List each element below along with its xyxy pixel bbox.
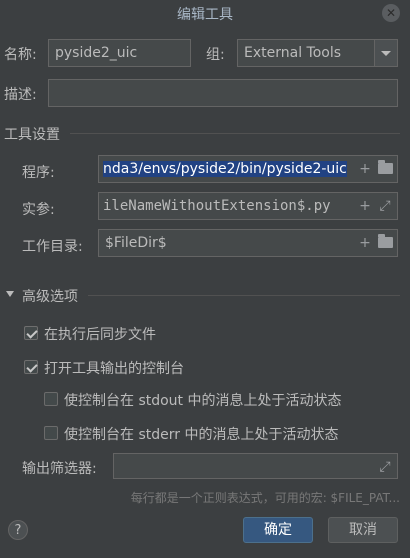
output-filter-label: 输出筛选器: <box>22 461 97 477</box>
program-label: 程序: <box>22 165 55 181</box>
name-label: 名称: <box>4 47 37 63</box>
working-dir-value: $FileDir$ <box>105 235 167 251</box>
add-macro-icon[interactable]: + <box>357 193 373 219</box>
close-icon[interactable]: ✕ <box>382 4 400 22</box>
ok-button[interactable]: 确定 <box>243 517 313 543</box>
stdout-active-label[interactable]: 使控制台在 stdout 中的消息上处于活动状态 <box>64 390 342 410</box>
section-divider <box>70 133 400 134</box>
stderr-active-label[interactable]: 使控制台在 stderr 中的消息上处于活动状态 <box>64 424 338 444</box>
arguments-label: 实参: <box>22 202 55 218</box>
stdout-active-checkbox[interactable] <box>44 392 58 406</box>
sync-files-checkbox[interactable] <box>24 326 38 340</box>
expand-icon[interactable]: ⤢ <box>377 193 393 219</box>
folder-icon[interactable] <box>378 234 393 248</box>
open-console-label[interactable]: 打开工具输出的控制台 <box>44 358 184 378</box>
name-input[interactable]: pyside2_uic <box>48 39 191 67</box>
add-macro-icon[interactable]: + <box>357 230 373 256</box>
expand-icon[interactable]: ⤢ <box>377 454 393 478</box>
arguments-value: ileNameWithoutExtension$.py <box>103 198 331 214</box>
folder-icon[interactable] <box>378 160 393 174</box>
stderr-active-checkbox[interactable] <box>44 426 58 440</box>
description-label: 描述: <box>4 87 37 103</box>
output-filter-hint: 每行都是一个正则表达式，可用的宏: $FILE_PAT... <box>130 491 400 505</box>
working-dir-label: 工作目录: <box>22 239 83 255</box>
group-select[interactable]: External Tools <box>237 39 398 67</box>
working-dir-input[interactable]: $FileDir$ + <box>98 229 398 257</box>
arguments-input[interactable]: ileNameWithoutExtension$.py + ⤢ <box>98 192 398 220</box>
program-value: nda3/envs/pyside2/bin/pyside2-uic <box>103 161 347 177</box>
output-filter-input[interactable]: ⤢ <box>113 453 398 479</box>
group-select-value: External Tools <box>244 45 342 61</box>
open-console-checkbox[interactable] <box>24 360 38 374</box>
help-button[interactable]: ? <box>8 520 28 540</box>
advanced-title[interactable]: 高级选项 <box>22 286 78 306</box>
description-input[interactable] <box>48 79 398 107</box>
dialog-title: 编辑工具 <box>177 7 233 23</box>
sync-files-label[interactable]: 在执行后同步文件 <box>44 324 156 344</box>
dialog-titlebar: 编辑工具 ✕ <box>0 0 410 28</box>
add-macro-icon[interactable]: + <box>357 156 373 182</box>
collapse-triangle-icon[interactable] <box>6 291 14 297</box>
chevron-down-icon[interactable] <box>374 40 397 66</box>
program-input[interactable]: nda3/envs/pyside2/bin/pyside2-uic + <box>98 155 398 183</box>
cancel-button[interactable]: 取消 <box>328 517 398 543</box>
group-label: 组: <box>206 47 225 63</box>
section-divider <box>88 295 400 296</box>
tool-settings-title: 工具设置 <box>4 127 60 143</box>
